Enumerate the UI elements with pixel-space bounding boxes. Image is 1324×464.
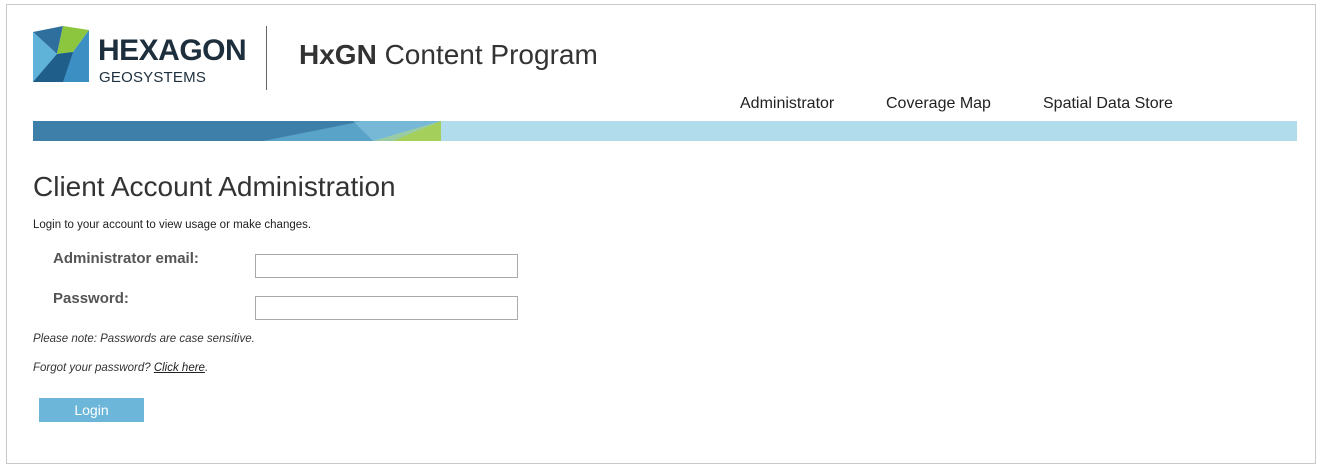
logo-brand-text: HEXAGON: [98, 34, 247, 67]
page-subtext: Login to your account to view usage or m…: [33, 219, 312, 231]
password-field[interactable]: [255, 296, 518, 320]
forgot-password-suffix: .: [204, 362, 209, 374]
login-button[interactable]: Login: [39, 398, 144, 422]
forgot-password-prefix: Forgot your password?: [33, 362, 154, 374]
nav-item-administrator[interactable]: Administrator: [740, 95, 834, 113]
hexagon-logo: HEXAGON GEOSYSTEMS: [33, 26, 247, 96]
logo-subtitle-text: GEOSYSTEMS: [99, 69, 207, 86]
forgot-password-note: Forgot your password? Click here.: [33, 362, 208, 374]
header-divider: [266, 26, 267, 90]
admin-email-label: Administrator email:: [53, 250, 199, 267]
password-case-note: Please note: Passwords are case sensitiv…: [33, 333, 255, 345]
program-title-bold: HxGN: [299, 39, 377, 70]
program-title: HxGN Content Program: [299, 39, 598, 71]
admin-email-field[interactable]: [255, 254, 518, 278]
nav-item-coverage-map[interactable]: Coverage Map: [886, 95, 991, 113]
forgot-password-link[interactable]: Click here: [154, 362, 205, 374]
password-label: Password:: [53, 290, 129, 307]
hexagon-logo-mark-icon: [33, 26, 89, 82]
nav-item-spatial-data-store[interactable]: Spatial Data Store: [1043, 95, 1173, 113]
header-banner: [33, 121, 1297, 141]
program-title-rest: Content Program: [376, 39, 598, 70]
page-heading: Client Account Administration: [33, 171, 396, 202]
